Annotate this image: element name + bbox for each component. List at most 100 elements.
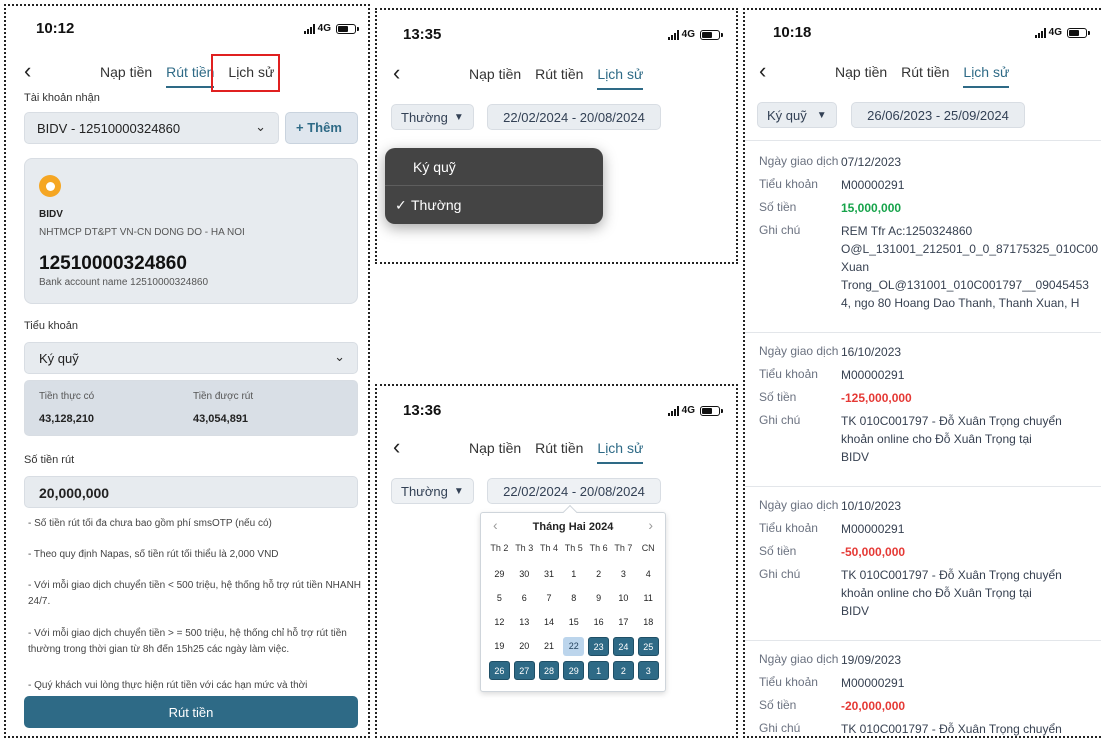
calendar-day[interactable]: 15 [563,613,584,632]
note-line: - Quý khách vui lòng thực hiện rút tiền … [28,680,308,691]
menu-item-label: Thường [411,197,462,213]
calendar-day[interactable]: 17 [613,613,634,632]
amount-value: 20,000,000 [39,485,110,501]
calendar-day[interactable]: 18 [638,613,659,632]
tx-note-line: khoản online cho Đỗ Xuân Trọng tại [841,586,1032,600]
calendar-day[interactable]: 1 [588,661,609,680]
calendar-day[interactable]: 29 [563,661,585,680]
tx-date-label: Ngày giao dịch [759,154,839,168]
tx-subaccount-label: Tiểu khoản [759,675,818,689]
next-month-icon[interactable]: › [648,517,653,533]
calendar-day[interactable]: 23 [588,637,609,656]
withdraw-submit-label: Rút tiền [168,704,214,720]
menu-item-margin[interactable]: Ký quỹ [385,148,603,186]
calendar-day[interactable]: 6 [514,589,535,608]
add-account-button[interactable]: + Thêm [285,112,358,144]
calendar-day[interactable]: 30 [514,565,535,584]
chevron-down-icon: ⌄ [255,119,266,134]
tx-note-line: TK 010C001797 - Đỗ Xuân Trọng chuyển [841,414,1062,428]
menu-item-normal[interactable]: ✓ Thường [385,186,603,224]
weekday-header: Th 2 Th 3 Th 4 Th 5 Th 6 Th 7 CN [487,543,661,557]
calendar-day[interactable]: 10 [613,589,634,608]
date-range-value: 22/02/2024 - 20/08/2024 [503,109,645,125]
calendar-day[interactable]: 3 [613,565,634,584]
tab-history[interactable]: Lịch sử [597,440,643,464]
history-filter-menu-screen: 13:35 4G ‹ Nạp tiền Rút tiền Lịch sử Thư… [375,8,738,264]
account-type-filter[interactable]: Thường ▼ [391,104,474,130]
calendar-day[interactable]: 4 [638,565,659,584]
calendar-day[interactable]: 3 [637,661,659,680]
tx-note-line: TK 010C001797 - Đỗ Xuân Trọng chuyển [841,722,1062,736]
tx-subaccount-label: Tiểu khoản [759,367,818,381]
calendar-day[interactable]: 16 [588,613,609,632]
weekday-label: Th 3 [515,543,534,553]
weekday-label: Th 4 [539,543,558,553]
calendar-day[interactable]: 29 [489,565,510,584]
top-nav: ‹ Nạp tiền Rút tiền Lịch sử [377,62,736,92]
calendar-day[interactable]: 7 [539,589,560,608]
calendar-day[interactable]: 28 [538,661,560,680]
tab-deposit[interactable]: Nạp tiền [469,440,521,464]
tx-note-line: TK 010C001797 - Đỗ Xuân Trọng chuyển [841,568,1062,582]
balance-box: Tiền thực có 43,128,210 Tiền được rút 43… [24,380,358,436]
account-type-value: Thường [401,483,448,499]
weekday-label: Th 7 [614,543,633,553]
amount-input[interactable]: 20,000,000 [24,476,358,508]
calendar-day[interactable]: 27 [513,661,535,680]
account-select[interactable]: BIDV - 12510000324860 ⌄ [24,112,279,144]
account-type-filter[interactable]: Thường ▼ [391,478,474,504]
calendar-month-title: Tháng Hai 2024 [532,521,614,533]
calendar-day[interactable]: 1 [563,565,584,584]
back-arrow-icon[interactable]: ‹ [24,60,31,82]
calendar-day[interactable]: 13 [514,613,535,632]
tab-history[interactable]: Lịch sử [597,66,643,90]
subaccount-select[interactable]: Ký quỹ ⌄ [24,342,358,374]
calendar-day[interactable]: 11 [638,589,659,608]
tab-withdraw[interactable]: Rút tiền [535,440,583,464]
note-line: - Số tiền rút tối đa chưa bao gồm phí sm… [28,518,272,529]
tx-date-label: Ngày giao dịch [759,498,839,512]
chevron-down-icon: ▼ [453,485,464,497]
tx-note-label: Ghi chú [759,721,801,735]
divider [745,486,1101,487]
status-bar: 13:36 4G [377,402,736,426]
calendar-day[interactable]: 5 [489,589,510,608]
calendar-day[interactable]: 22 [563,637,585,656]
calendar-day[interactable]: 8 [563,589,584,608]
calendar-day[interactable]: 9 [588,589,609,608]
tx-note-label: Ghi chú [759,413,801,427]
tab-withdraw[interactable]: Rút tiền [535,66,583,90]
calendar-day[interactable]: 26 [489,661,510,680]
back-arrow-icon[interactable]: ‹ [393,436,400,458]
back-arrow-icon[interactable]: ‹ [393,62,400,84]
calendar-day[interactable]: 14 [539,613,560,632]
history-date-picker-screen: 13:36 4G ‹ Nạp tiền Rút tiền Lịch sử Thư… [375,384,738,738]
calendar-day[interactable]: 2 [613,661,634,680]
clock: 13:35 [403,26,442,43]
calendar-day[interactable]: 24 [613,637,634,656]
withdrawable-label: Tiền được rút [193,391,254,402]
date-range-filter[interactable]: 22/02/2024 - 20/08/2024 [487,104,661,130]
calendar-day[interactable]: 12 [489,613,510,632]
calendar-day[interactable]: 19 [489,637,510,656]
tx-date-label: Ngày giao dịch [759,344,839,358]
withdraw-submit-button[interactable]: Rút tiền [24,696,358,728]
tab-bar: Nạp tiền Rút tiền Lịch sử [469,440,643,464]
signal-icon [667,29,679,40]
tx-amount-value: 15,000,000 [841,201,902,215]
chevron-down-icon: ⌄ [334,349,345,364]
calendar-day[interactable]: 31 [539,565,560,584]
calendar-day[interactable]: 21 [539,637,560,656]
status-bar: 13:35 4G [377,26,736,50]
history-highlight-box [211,54,280,92]
calendar-day[interactable]: 20 [514,637,535,656]
date-range-filter[interactable]: 22/02/2024 - 20/08/2024 [487,478,661,504]
tab-deposit[interactable]: Nạp tiền [100,64,152,88]
tab-withdraw[interactable]: Rút tiền [166,64,215,88]
calendar-day[interactable]: 25 [637,637,659,656]
tab-deposit[interactable]: Nạp tiền [469,66,521,90]
clock: 10:12 [36,20,75,37]
account-type-menu: Ký quỹ ✓ Thường [385,148,603,224]
calendar-day[interactable]: 2 [588,565,609,584]
tx-note-line: Xuan [841,260,870,274]
